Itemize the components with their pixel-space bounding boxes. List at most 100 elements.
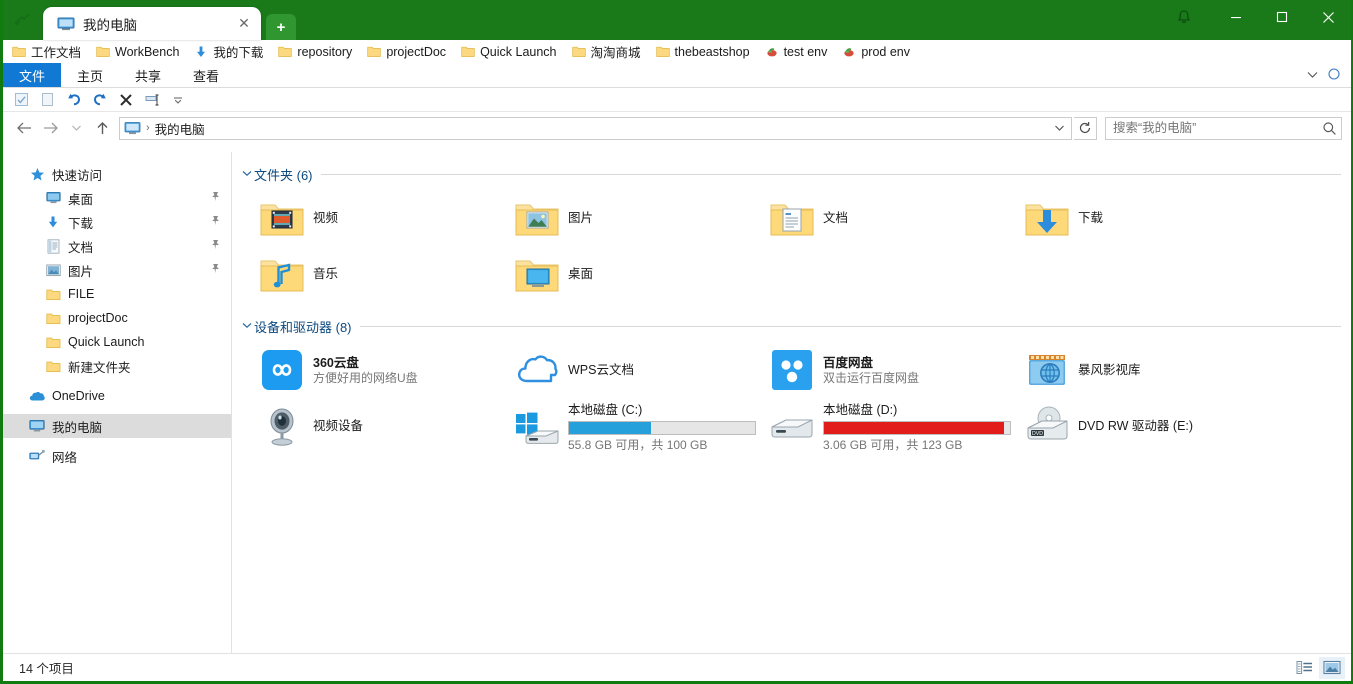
computer-icon [124,121,141,136]
sidebar-item-projectdoc[interactable]: projectDoc [3,306,231,330]
pin-icon[interactable] [210,191,221,205]
folder-video-icon [258,194,306,242]
tile-item[interactable]: 视频设备 [252,398,507,454]
tab-view[interactable]: 查看 [177,63,235,87]
pin-icon[interactable] [210,263,221,277]
sidebar-item-label: OneDrive [52,389,105,403]
tile-label: 视频 [313,211,339,225]
tile-item[interactable]: DVD DVD RW 驱动器 (E:) [1017,398,1272,454]
new-tab-button[interactable]: + [266,14,296,40]
details-view-icon[interactable] [1291,657,1317,679]
bookmark-item[interactable]: thebeastshop [655,42,750,62]
chevron-down-icon[interactable] [240,168,254,180]
breadcrumb[interactable]: › 我的电脑 [119,116,1072,140]
tab-share[interactable]: 共享 [119,63,177,87]
tile-label: 音乐 [313,267,339,281]
bookmark-label: prod env [861,44,911,59]
explorer-window: 我的电脑 ✕ + 工作文档 WorkBench 我的下载 repository … [0,0,1353,684]
sidebar-item-documents[interactable]: 文档 [3,234,231,258]
tile-item[interactable]: WPS云文档 [507,342,762,398]
breadcrumb-dropdown-icon[interactable] [1049,118,1069,139]
pin-icon[interactable] [210,239,221,253]
sidebar-item-downloads[interactable]: 下载 [3,210,231,234]
tile-item[interactable]: 文档 [762,190,1017,246]
app-icon [3,0,41,40]
tile-item[interactable]: 暴风影视库 [1017,342,1272,398]
tile-item[interactable]: 视频 [252,190,507,246]
drive-capacity-text: 3.06 GB 可用，共 123 GB [823,438,963,452]
sidebar-item-desktop[interactable]: 桌面 [3,186,231,210]
navigation-pane: 快速访问 桌面 下载 文档 图片 FILE projectDoc Quick L… [3,152,232,653]
chevron-down-icon[interactable] [1301,70,1323,82]
tile-item[interactable]: 图片 [507,190,762,246]
tile-label: 下载 [1078,211,1104,225]
computer-icon [57,17,75,31]
tile-body: 桌面 [568,266,756,282]
tile-item-drive[interactable]: 本地磁盘 (D:) 3.06 GB 可用，共 123 GB [762,398,1017,458]
redo-icon[interactable] [91,91,108,108]
back-button[interactable] [12,116,36,140]
search-icon[interactable] [1321,120,1337,136]
bookmark-item[interactable]: prod env [842,42,910,62]
tile-item[interactable]: 音乐 [252,246,507,302]
sidebar-item-new-folder[interactable]: 新建文件夹 [3,354,231,378]
tile-sublabel: 方便好用的网络U盘 [313,370,418,385]
ribbon-tabs: 文件 主页 共享 查看 [3,63,1351,88]
group-header-devices[interactable]: 设备和驱动器 (8) [240,316,1341,336]
tab-file[interactable]: 文件 [3,63,61,87]
forward-button[interactable] [38,116,62,140]
new-folder-icon[interactable] [39,91,56,108]
tab-home[interactable]: 主页 [61,63,119,87]
sidebar-item-label: 快速访问 [52,168,103,183]
sidebar-item-onedrive[interactable]: OneDrive [3,384,231,408]
chevron-down-icon[interactable] [240,320,254,332]
drive-capacity-text: 55.8 GB 可用，共 100 GB [568,438,708,452]
group-divider [320,173,1341,175]
tile-item[interactable]: 百度网盘 双击运行百度网盘 [762,342,1017,398]
maximize-button[interactable] [1259,0,1305,34]
tile-item[interactable]: 桌面 [507,246,762,302]
tile-item[interactable]: 360云盘 方便好用的网络U盘 [252,342,507,398]
browser-tab-active[interactable]: 我的电脑 ✕ [43,7,261,40]
bookmark-item[interactable]: projectDoc [367,42,446,62]
minimize-button[interactable] [1213,0,1259,34]
search-input[interactable] [1113,121,1321,135]
chevron-down-icon[interactable] [169,91,186,108]
bookmark-item[interactable]: 淘淘商城 [571,42,641,62]
tile-item[interactable]: 下载 [1017,190,1272,246]
sidebar-item-file[interactable]: FILE [3,282,231,306]
rename-icon[interactable] [143,91,160,108]
bookmark-item[interactable]: 我的下载 [194,42,263,62]
bookmark-item[interactable]: test env [765,42,827,62]
up-button[interactable] [90,116,114,140]
sidebar-item-pictures[interactable]: 图片 [3,258,231,282]
history-dropdown-button[interactable] [64,116,88,140]
folder-icon [571,45,586,58]
group-header-folders[interactable]: 文件夹 (6) [240,164,1341,184]
bookmark-item[interactable]: Quick Launch [461,42,557,62]
undo-icon[interactable] [65,91,82,108]
bookmark-item[interactable]: 工作文档 [12,42,81,62]
tile-label: 视频设备 [313,419,364,433]
breadcrumb-separator: › [146,122,150,134]
shortcut-icon [842,45,856,58]
sidebar-item-my-computer[interactable]: 我的电脑 [3,414,231,438]
bookmark-item[interactable]: WorkBench [96,42,179,62]
close-button[interactable] [1305,0,1351,34]
tab-close-button[interactable]: ✕ [235,15,253,33]
sidebar-item-quick-access[interactable]: 快速访问 [3,162,231,186]
refresh-button[interactable] [1074,116,1097,140]
bookmark-item[interactable]: repository [278,42,352,62]
delete-icon[interactable] [117,91,134,108]
properties-icon[interactable] [13,91,30,108]
sidebar-item-network[interactable]: 网络 [3,444,231,468]
large-icons-view-icon[interactable] [1319,656,1345,679]
folder-icon [45,334,61,350]
sidebar-item-quick-launch[interactable]: Quick Launch [3,330,231,354]
bell-icon[interactable] [1167,0,1201,34]
help-icon[interactable] [1323,68,1345,83]
tile-body: 音乐 [313,266,501,282]
pin-icon[interactable] [210,215,221,229]
search-box[interactable] [1105,116,1342,140]
tile-item-drive[interactable]: 本地磁盘 (C:) 55.8 GB 可用，共 100 GB [507,398,762,458]
